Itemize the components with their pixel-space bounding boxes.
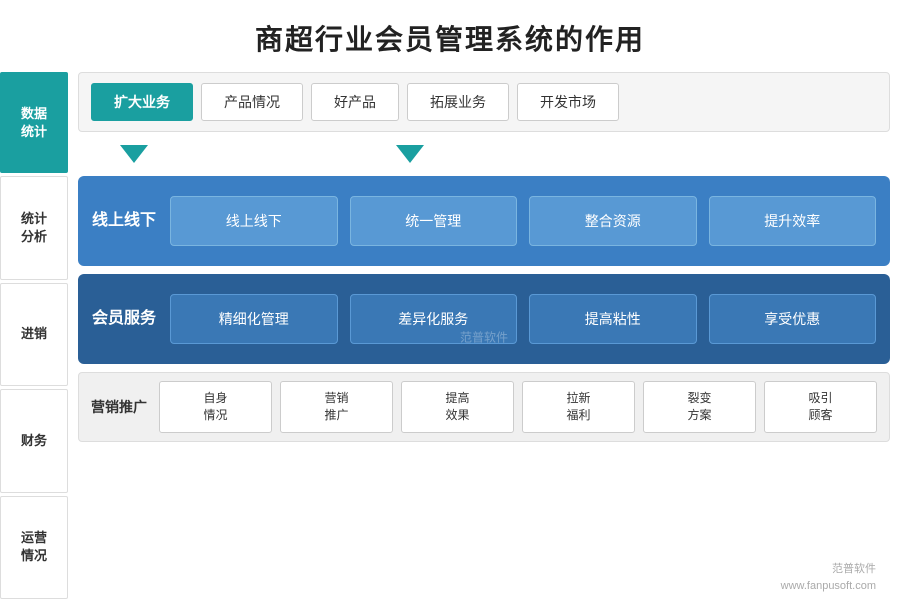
tab-good-product[interactable]: 好产品 bbox=[311, 83, 399, 121]
marketing-item-1[interactable]: 营销推广 bbox=[280, 381, 393, 433]
main-layout: 数据统计 统计分析 进销 财务 运营情况 扩大业务 产品情况 好产品 拓展业务 … bbox=[0, 72, 900, 602]
marketing-item-3[interactable]: 拉新福利 bbox=[522, 381, 635, 433]
member-section: 会员服务 精细化管理 差异化服务 提高粘性 享受优惠 bbox=[78, 274, 890, 364]
sidebar-item-stats-analysis[interactable]: 统计分析 bbox=[0, 176, 68, 279]
sidebar-item-data-stats[interactable]: 数据统计 bbox=[0, 72, 68, 173]
tab-expand-business[interactable]: 扩大业务 bbox=[91, 83, 193, 121]
tab-develop-market[interactable]: 开发市场 bbox=[517, 83, 619, 121]
member-item-2[interactable]: 提高粘性 bbox=[529, 294, 697, 344]
marketing-label: 营销推广 bbox=[91, 397, 147, 417]
arrow-down-right bbox=[396, 145, 424, 163]
member-item-0[interactable]: 精细化管理 bbox=[170, 294, 338, 344]
member-section-items: 精细化管理 差异化服务 提高粘性 享受优惠 bbox=[170, 294, 876, 344]
member-item-1[interactable]: 差异化服务 bbox=[350, 294, 518, 344]
online-item-3[interactable]: 提升效率 bbox=[709, 196, 877, 246]
tab-expand-services[interactable]: 拓展业务 bbox=[407, 83, 509, 121]
top-tabs-row: 扩大业务 产品情况 好产品 拓展业务 开发市场 bbox=[78, 72, 890, 132]
marketing-row: 营销推广 自身情况 营销推广 提高效果 拉新福利 裂变方案 吸引顾客 bbox=[78, 372, 890, 442]
online-item-2[interactable]: 整合资源 bbox=[529, 196, 697, 246]
marketing-item-4[interactable]: 裂变方案 bbox=[643, 381, 756, 433]
sidebar-item-purchase-sales[interactable]: 进销 bbox=[0, 283, 68, 386]
sidebar-item-finance[interactable]: 财务 bbox=[0, 389, 68, 492]
member-item-3[interactable]: 享受优惠 bbox=[709, 294, 877, 344]
arrows-row bbox=[78, 140, 890, 168]
online-item-1[interactable]: 统一管理 bbox=[350, 196, 518, 246]
watermark-url: www.fanpusoft.com bbox=[781, 580, 876, 592]
watermark: 范普软件 www.fanpusoft.com bbox=[781, 561, 876, 594]
member-section-label: 会员服务 bbox=[92, 308, 156, 330]
online-section: 线上线下 线上线下 统一管理 整合资源 提升效率 范普软件 bbox=[78, 176, 890, 266]
tab-product-info[interactable]: 产品情况 bbox=[201, 83, 303, 121]
sidebar-item-operations[interactable]: 运营情况 bbox=[0, 496, 68, 599]
marketing-item-0[interactable]: 自身情况 bbox=[159, 381, 272, 433]
arrow-down-left bbox=[120, 145, 148, 163]
online-section-label: 线上线下 bbox=[92, 210, 156, 232]
sidebar: 数据统计 统计分析 进销 财务 运营情况 bbox=[0, 72, 68, 602]
marketing-item-5[interactable]: 吸引顾客 bbox=[764, 381, 877, 433]
online-item-0[interactable]: 线上线下 bbox=[170, 196, 338, 246]
online-section-items: 线上线下 统一管理 整合资源 提升效率 bbox=[170, 196, 876, 246]
content-area: 扩大业务 产品情况 好产品 拓展业务 开发市场 线上线下 线上线下 统一管理 整… bbox=[78, 72, 890, 602]
page-title: 商超行业会员管理系统的作用 bbox=[0, 0, 900, 72]
marketing-item-2[interactable]: 提高效果 bbox=[401, 381, 514, 433]
watermark-name: 范普软件 bbox=[832, 563, 876, 575]
